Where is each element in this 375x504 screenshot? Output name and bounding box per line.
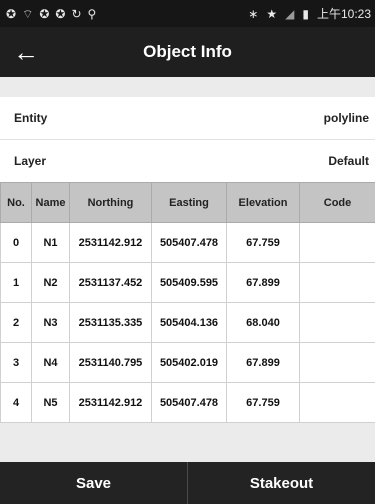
- status-bar: ✪ ⌔ ✪ ✪ ↻ ⚲ ∗ ★ ◢ ▮ 上午10:23: [0, 0, 375, 27]
- app-bar: ← Object Info: [0, 27, 375, 77]
- star-icon: ★: [266, 6, 278, 21]
- table-row[interactable]: 0 N1 2531142.912 505407.478 67.759: [0, 222, 375, 263]
- save-button[interactable]: Save: [0, 462, 187, 504]
- col-header-easting: Easting: [151, 182, 227, 223]
- cell-easting: 505407.478: [151, 222, 227, 263]
- cell-name: N1: [31, 222, 70, 263]
- cell-no: 2: [0, 302, 32, 343]
- cell-name: N3: [31, 302, 70, 343]
- layer-value: Default: [328, 154, 369, 168]
- cell-code: [299, 302, 375, 343]
- cell-elevation: 67.899: [226, 262, 300, 303]
- table-row[interactable]: 2 N3 2531135.335 505404.136 68.040: [0, 302, 375, 343]
- table-header-row: No. Name Northing Easting Elevation Code: [0, 182, 375, 223]
- cell-name: N5: [31, 382, 70, 423]
- cell-northing: 2531135.335: [69, 302, 152, 343]
- cell-easting: 505407.478: [151, 382, 227, 423]
- entity-label: Entity: [14, 111, 48, 125]
- cell-easting: 505409.595: [151, 262, 227, 303]
- cell-name: N4: [31, 342, 70, 383]
- battery-icon: ▮: [302, 6, 309, 21]
- cell-signal-icon: ◢: [285, 6, 295, 21]
- status-time: 上午10:23: [316, 7, 371, 21]
- cell-elevation: 67.899: [226, 342, 300, 383]
- col-header-no: No.: [0, 182, 32, 223]
- bluetooth-icon: ∗: [248, 6, 259, 21]
- cell-easting: 505404.136: [151, 302, 227, 343]
- vertex-table: No. Name Northing Easting Elevation Code…: [0, 182, 375, 423]
- wifi-signal-icon: ⌔: [22, 6, 34, 21]
- layer-row: Layer Default: [0, 140, 375, 183]
- col-header-name: Name: [31, 182, 70, 223]
- table-row[interactable]: 1 N2 2531137.452 505409.595 67.899: [0, 262, 375, 303]
- sync-icon: ✪: [6, 6, 17, 21]
- sync-icon: ✪: [55, 6, 66, 21]
- cell-elevation: 68.040: [226, 302, 300, 343]
- cell-elevation: 67.759: [226, 382, 300, 423]
- cell-no: 1: [0, 262, 32, 303]
- cell-northing: 2531142.912: [69, 222, 152, 263]
- cell-northing: 2531137.452: [69, 262, 152, 303]
- col-header-code: Code: [299, 182, 375, 223]
- layer-label: Layer: [14, 154, 47, 168]
- entity-value: polyline: [323, 111, 369, 125]
- sync-icon: ✪: [39, 6, 50, 21]
- cell-code: [299, 262, 375, 303]
- table-row[interactable]: 4 N5 2531142.912 505407.478 67.759: [0, 382, 375, 423]
- cell-northing: 2531140.795: [69, 342, 152, 383]
- status-icons-left: ✪ ⌔ ✪ ✪ ↻ ⚲: [6, 8, 96, 20]
- cell-elevation: 67.759: [226, 222, 300, 263]
- entity-row: Entity polyline: [0, 97, 375, 140]
- cell-no: 4: [0, 382, 32, 423]
- stakeout-button[interactable]: Stakeout: [188, 462, 375, 504]
- cell-easting: 505402.019: [151, 342, 227, 383]
- cell-no: 3: [0, 342, 32, 383]
- cell-code: [299, 382, 375, 423]
- cell-northing: 2531142.912: [69, 382, 152, 423]
- cell-no: 0: [0, 222, 32, 263]
- object-info-panel: Entity polyline Layer Default: [0, 97, 375, 183]
- location-pin-icon: ⚲: [87, 6, 97, 21]
- table-row[interactable]: 3 N4 2531140.795 505402.019 67.899: [0, 342, 375, 383]
- page-title: Object Info: [143, 42, 232, 61]
- cell-code: [299, 222, 375, 263]
- bottom-action-bar: Save Stakeout: [0, 462, 375, 504]
- col-header-elevation: Elevation: [226, 182, 300, 223]
- cell-name: N2: [31, 262, 70, 303]
- cell-code: [299, 342, 375, 383]
- status-icons-right: ∗ ★ ◢ ▮ 上午10:23: [248, 5, 371, 22]
- circle-arrow-icon: ↻: [71, 6, 82, 21]
- col-header-northing: Northing: [69, 182, 152, 223]
